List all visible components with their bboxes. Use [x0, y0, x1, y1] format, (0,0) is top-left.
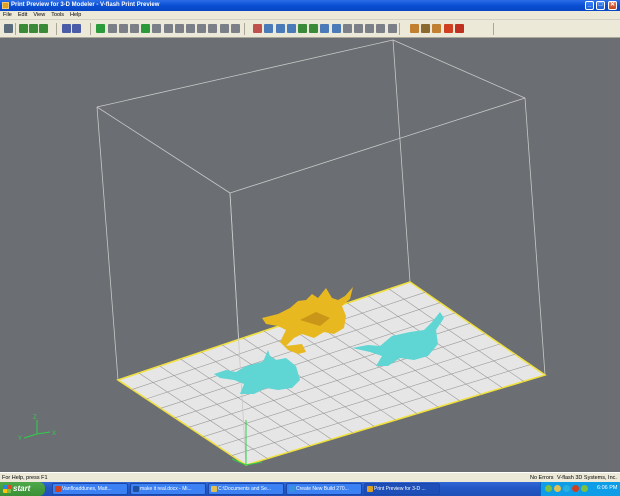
- taskbar-item[interactable]: C:\Documents and Se...: [208, 483, 284, 495]
- view-iso-4-icon[interactable]: [185, 24, 195, 33]
- toolbar-separator: [14, 23, 16, 35]
- taskbar-item[interactable]: Create New Build 270...: [286, 483, 362, 495]
- menu-file[interactable]: File: [0, 11, 15, 18]
- start-label: start: [13, 484, 31, 493]
- status-info: V-flash 3D Systems, Inc.: [557, 475, 617, 481]
- taskbar-item-label: Create New Build 270...: [296, 486, 349, 492]
- grid-icon[interactable]: [264, 24, 274, 33]
- taskbar-item-label: Vanfloaddunes, Matt...: [62, 486, 112, 492]
- rotate-icon[interactable]: [96, 24, 106, 33]
- layout-icon[interactable]: [275, 24, 285, 33]
- menu-bar: File Edit View Tools Help: [0, 11, 620, 20]
- taskbar-item-label: make it real.docx - Mi...: [140, 486, 192, 492]
- mirror-icon[interactable]: [320, 24, 330, 33]
- cut-icon[interactable]: [365, 24, 375, 33]
- tray-alert-icon[interactable]: [572, 485, 579, 492]
- taskbar-item-icon: [133, 486, 139, 492]
- view-right-icon[interactable]: [219, 24, 229, 33]
- tray-security-icon[interactable]: [554, 485, 561, 492]
- print-icon[interactable]: [4, 24, 14, 33]
- taskbar-item-label: Print Preview for 3-D ...: [374, 486, 426, 492]
- toolbar: [0, 20, 620, 38]
- toolbar-separator: [244, 23, 246, 35]
- view-bottom-icon[interactable]: [208, 24, 218, 33]
- status-help: For Help, press F1: [2, 475, 48, 481]
- view-front-icon[interactable]: [107, 24, 117, 33]
- redo-icon[interactable]: [71, 24, 81, 33]
- taskbar-item-icon: [55, 486, 61, 492]
- taskbar: start Vanfloaddunes, Matt... make it real…: [0, 482, 620, 496]
- zoom-in-icon[interactable]: [19, 24, 29, 33]
- windows-logo-icon: [3, 485, 11, 493]
- settings-icon[interactable]: [387, 24, 397, 33]
- axis-z-label: Z: [33, 415, 37, 421]
- taskbar-item-icon: [289, 486, 295, 492]
- taskbar-item[interactable]: make it real.docx - Mi...: [130, 483, 206, 495]
- taskbar-item[interactable]: Print Preview for 3-D ...: [364, 483, 440, 495]
- clock: 6:06 PM: [597, 485, 618, 491]
- tools-icon[interactable]: [409, 24, 419, 33]
- axis-y-label: Y: [18, 436, 22, 442]
- system-tray: 6:06 PM: [540, 482, 620, 496]
- view-left-icon[interactable]: [129, 24, 139, 33]
- menu-edit[interactable]: Edit: [15, 11, 30, 18]
- minimize-button[interactable]: _: [585, 1, 594, 10]
- window-title: Print Preview for 3-D Modeler - V-flash …: [11, 2, 160, 8]
- view-top-icon[interactable]: [197, 24, 207, 33]
- app-icon: [2, 2, 9, 9]
- axis-indicator: [23, 420, 51, 439]
- arrange-icon[interactable]: [286, 24, 296, 33]
- taskbar-item-icon: [211, 486, 217, 492]
- shade-icon[interactable]: [253, 24, 263, 33]
- tray-volume-icon[interactable]: [581, 485, 588, 492]
- view-iso-3-icon[interactable]: [174, 24, 184, 33]
- tray-app-icon[interactable]: [563, 485, 570, 492]
- scene: Z Y X: [18, 39, 547, 466]
- view-iso-2-icon[interactable]: [163, 24, 173, 33]
- start-button[interactable]: start: [0, 482, 45, 496]
- stop-icon[interactable]: [454, 24, 464, 33]
- zoom-out-icon[interactable]: [39, 24, 49, 33]
- axis-x-label: X: [52, 431, 56, 437]
- toolbar-separator: [89, 23, 91, 35]
- move-icon[interactable]: [141, 24, 151, 33]
- taskbar-item-label: C:\Documents and Se...: [218, 486, 272, 492]
- measure-icon[interactable]: [353, 24, 363, 33]
- undo-icon[interactable]: [61, 24, 71, 33]
- view-back-icon[interactable]: [118, 24, 128, 33]
- taskbar-item-icon: [367, 486, 373, 492]
- estimate-icon[interactable]: [432, 24, 442, 33]
- maximize-button[interactable]: □: [596, 1, 605, 10]
- select-icon[interactable]: [342, 24, 352, 33]
- menu-help[interactable]: Help: [67, 11, 84, 18]
- toolbar-separator: [398, 23, 400, 35]
- menu-tools[interactable]: Tools: [48, 11, 67, 18]
- toolbar-separator: [56, 23, 57, 35]
- view-home-icon[interactable]: [230, 24, 240, 33]
- menu-view[interactable]: View: [30, 11, 48, 18]
- tray-network-icon[interactable]: [545, 485, 552, 492]
- 3d-viewport[interactable]: Z Y X: [0, 38, 620, 472]
- zoom-fit-icon[interactable]: [29, 24, 39, 33]
- close-button[interactable]: ✕: [608, 1, 617, 10]
- paste-icon[interactable]: [376, 24, 386, 33]
- app-window: Print Preview for 3-D Modeler - V-flash …: [0, 0, 620, 496]
- status-bar: For Help, press F1 No Errors V-flash 3D …: [0, 472, 620, 482]
- build-icon[interactable]: [421, 24, 431, 33]
- toolbar-separator: [492, 23, 494, 35]
- duplicate-icon[interactable]: [331, 24, 341, 33]
- status-errors: No Errors: [530, 475, 554, 481]
- scale-icon[interactable]: [309, 24, 319, 33]
- alert-icon[interactable]: [443, 24, 453, 33]
- taskbar-item[interactable]: Vanfloaddunes, Matt...: [52, 483, 128, 495]
- title-bar[interactable]: Print Preview for 3-D Modeler - V-flash …: [0, 0, 620, 11]
- view-iso-1-icon[interactable]: [152, 24, 162, 33]
- orient-icon[interactable]: [297, 24, 307, 33]
